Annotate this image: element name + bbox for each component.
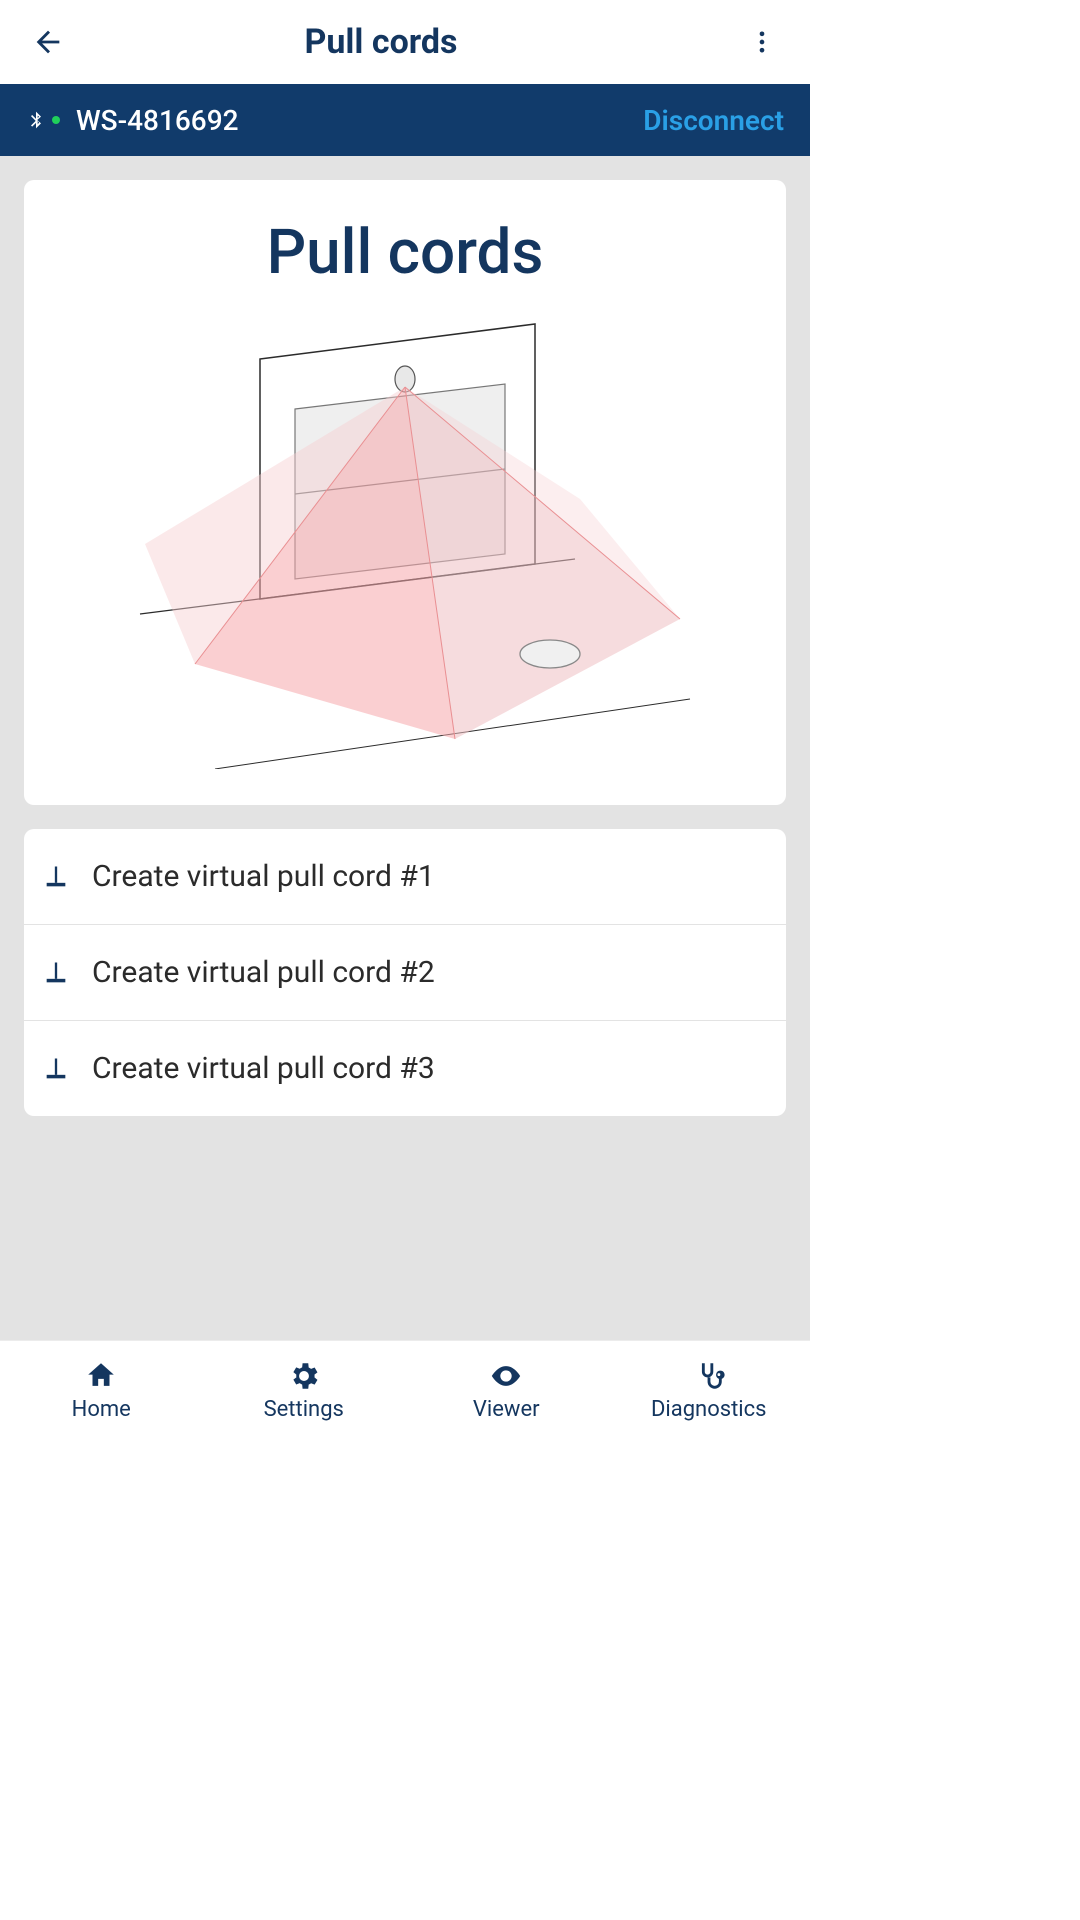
app-bar: Pull cords	[0, 0, 810, 84]
bluetooth-icon	[26, 110, 46, 130]
nav-home[interactable]: Home	[0, 1341, 203, 1440]
nav-label: Diagnostics	[651, 1397, 767, 1422]
stethoscope-icon	[692, 1359, 726, 1393]
main-content: Pull cords	[0, 156, 810, 1340]
home-icon	[84, 1359, 118, 1393]
eye-icon	[489, 1359, 523, 1393]
pull-cord-icon	[42, 959, 70, 987]
row-label: Create virtual pull cord #2	[92, 955, 435, 990]
sensor-illustration	[52, 309, 758, 769]
sensor-beam-icon	[52, 309, 758, 769]
pull-cord-icon	[42, 863, 70, 891]
create-pull-cord-1[interactable]: Create virtual pull cord #1	[24, 829, 786, 925]
bottom-nav: Home Settings Viewer Diagnostics	[0, 1340, 810, 1440]
create-pull-cord-3[interactable]: Create virtual pull cord #3	[24, 1021, 786, 1116]
nav-label: Settings	[264, 1397, 344, 1422]
row-label: Create virtual pull cord #1	[92, 859, 435, 894]
nav-viewer[interactable]: Viewer	[405, 1341, 608, 1440]
row-label: Create virtual pull cord #3	[92, 1051, 435, 1086]
more-vertical-icon	[748, 28, 776, 56]
menu-button[interactable]	[738, 18, 786, 66]
nav-label: Home	[72, 1397, 131, 1422]
gear-icon	[287, 1359, 321, 1393]
nav-label: Viewer	[473, 1397, 540, 1422]
device-bar: WS-4816692 Disconnect	[0, 84, 810, 156]
disconnect-button[interactable]: Disconnect	[643, 104, 784, 137]
pull-cord-list: Create virtual pull cord #1 Create virtu…	[24, 829, 786, 1116]
create-pull-cord-2[interactable]: Create virtual pull cord #2	[24, 925, 786, 1021]
pull-cord-icon	[42, 1055, 70, 1083]
device-name: WS-4816692	[76, 104, 643, 137]
info-card: Pull cords	[24, 180, 786, 805]
nav-diagnostics[interactable]: Diagnostics	[608, 1341, 811, 1440]
card-title: Pull cords	[52, 216, 758, 289]
page-title: Pull cords	[24, 22, 738, 62]
connection-dot-icon	[52, 116, 60, 124]
nav-settings[interactable]: Settings	[203, 1341, 406, 1440]
bluetooth-status	[26, 110, 60, 130]
